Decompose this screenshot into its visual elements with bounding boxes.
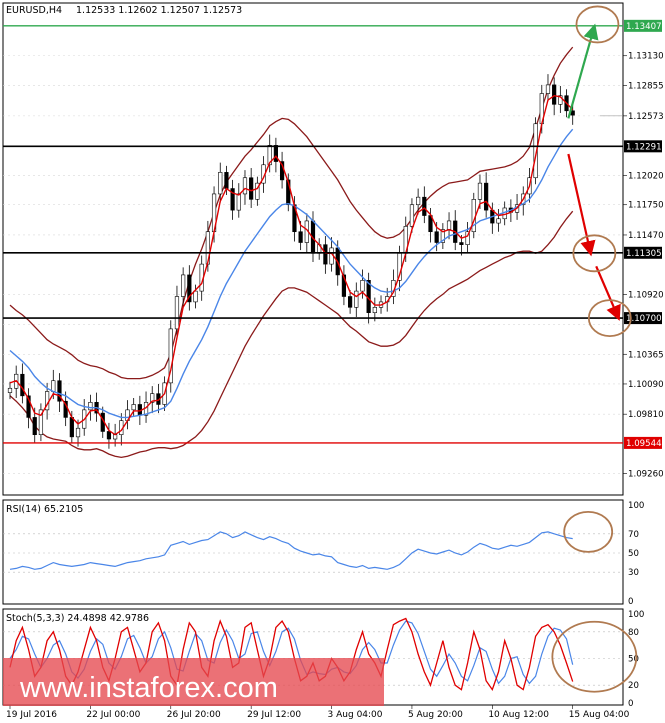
time-tick-label: 26 Jul 20:00 <box>167 710 221 720</box>
price-tick-label: 1.09810 <box>628 410 664 420</box>
candle-body <box>7 387 13 393</box>
rsi-label: RSI(14) 65.2105 <box>6 504 83 515</box>
candle-body <box>298 231 303 243</box>
candle-body <box>409 204 415 227</box>
candle-body <box>32 417 37 435</box>
candle-body <box>545 84 551 94</box>
candle-body <box>484 182 489 211</box>
level-label: 1.09544 <box>626 439 662 449</box>
rsi-tick-label: 50 <box>628 549 639 559</box>
time-tick-label: 5 Aug 20:00 <box>408 710 463 720</box>
rsi-tick-label: 30 <box>628 568 639 578</box>
candle-body <box>348 296 353 308</box>
time-tick-label: 10 Aug 12:00 <box>488 710 549 720</box>
price-tick-label: 1.12020 <box>628 172 664 182</box>
time-axis: 19 Jul 2016 22 Jul 00:00 26 Jul 20:00 29 Ju… <box>6 705 630 720</box>
candle-body <box>131 404 136 411</box>
level-label: 1.11305 <box>626 249 662 259</box>
candle-body <box>181 274 186 297</box>
price-tick-label: 1.12855 <box>628 81 664 91</box>
time-tick-label: 29 Jul 12:00 <box>247 710 301 720</box>
candle-body <box>323 244 328 265</box>
price-tick-label: 1.10920 <box>628 290 664 300</box>
rsi-tick-label: 0 <box>628 597 633 607</box>
candle-body <box>249 177 254 200</box>
candle-body <box>20 373 25 397</box>
candle-body <box>75 427 81 438</box>
candle-body <box>174 296 180 330</box>
candle-body <box>51 380 56 392</box>
trading-chart: 1.134071.122911.113051.107001.09544 1.13… <box>2 2 664 720</box>
price-tick-label: 1.10090 <box>628 380 664 390</box>
time-tick-label: 19 Jul 2016 <box>6 710 57 720</box>
price-tick-label: 1.12573 <box>628 112 664 122</box>
candle-body <box>422 196 427 216</box>
price-tick-label: 1.13130 <box>628 52 664 62</box>
rsi-panel-border <box>2 499 624 605</box>
rsi-tick-label: 100 <box>628 501 644 511</box>
stoch-tick-label: 50 <box>628 655 639 665</box>
candle-body <box>552 84 557 105</box>
ohlc-readout: 1.12533 1.12602 1.12507 1.12573 <box>76 5 242 16</box>
stoch-label: Stoch(5,3,3) 24.4898 42.9786 <box>6 613 149 624</box>
price-tick-label: 1.10365 <box>628 350 664 360</box>
candle-body <box>446 220 452 230</box>
stoch-tick-label: 100 <box>628 610 644 620</box>
candle-body <box>224 172 229 189</box>
candle-body <box>354 290 359 308</box>
price-tick-label: 1.11470 <box>628 231 664 241</box>
candle-body <box>372 307 377 313</box>
candle-body <box>69 417 74 438</box>
symbol-label: EURUSD,H4 <box>6 5 62 16</box>
price-tick-label: 1.09260 <box>628 470 664 480</box>
price-tick-label: 1.11750 <box>628 201 664 211</box>
candle-body <box>242 177 248 195</box>
time-tick-label: 22 Jul 00:00 <box>86 710 140 720</box>
level-label: 1.13407 <box>626 22 662 32</box>
level-label: 1.12291 <box>626 142 662 152</box>
watermark-text: www.instaforex.com <box>19 672 278 704</box>
candle-body <box>434 231 439 243</box>
candle-body <box>236 193 241 211</box>
candle-body <box>218 172 223 195</box>
time-tick-label: 3 Aug 04:00 <box>328 710 383 720</box>
candle-body <box>496 218 501 224</box>
candle-body <box>477 182 483 200</box>
rsi-tick-label: 70 <box>628 530 639 540</box>
candle-body <box>416 196 421 206</box>
stoch-tick-label: 0 <box>628 699 633 709</box>
stoch-tick-label: 20 <box>628 681 639 691</box>
candle-body <box>106 431 112 440</box>
candle-body <box>193 290 198 303</box>
time-tick-label: 15 Aug 04:00 <box>569 710 630 720</box>
candle-body <box>360 280 365 292</box>
candle-body <box>88 402 93 411</box>
candle-body <box>459 242 464 245</box>
